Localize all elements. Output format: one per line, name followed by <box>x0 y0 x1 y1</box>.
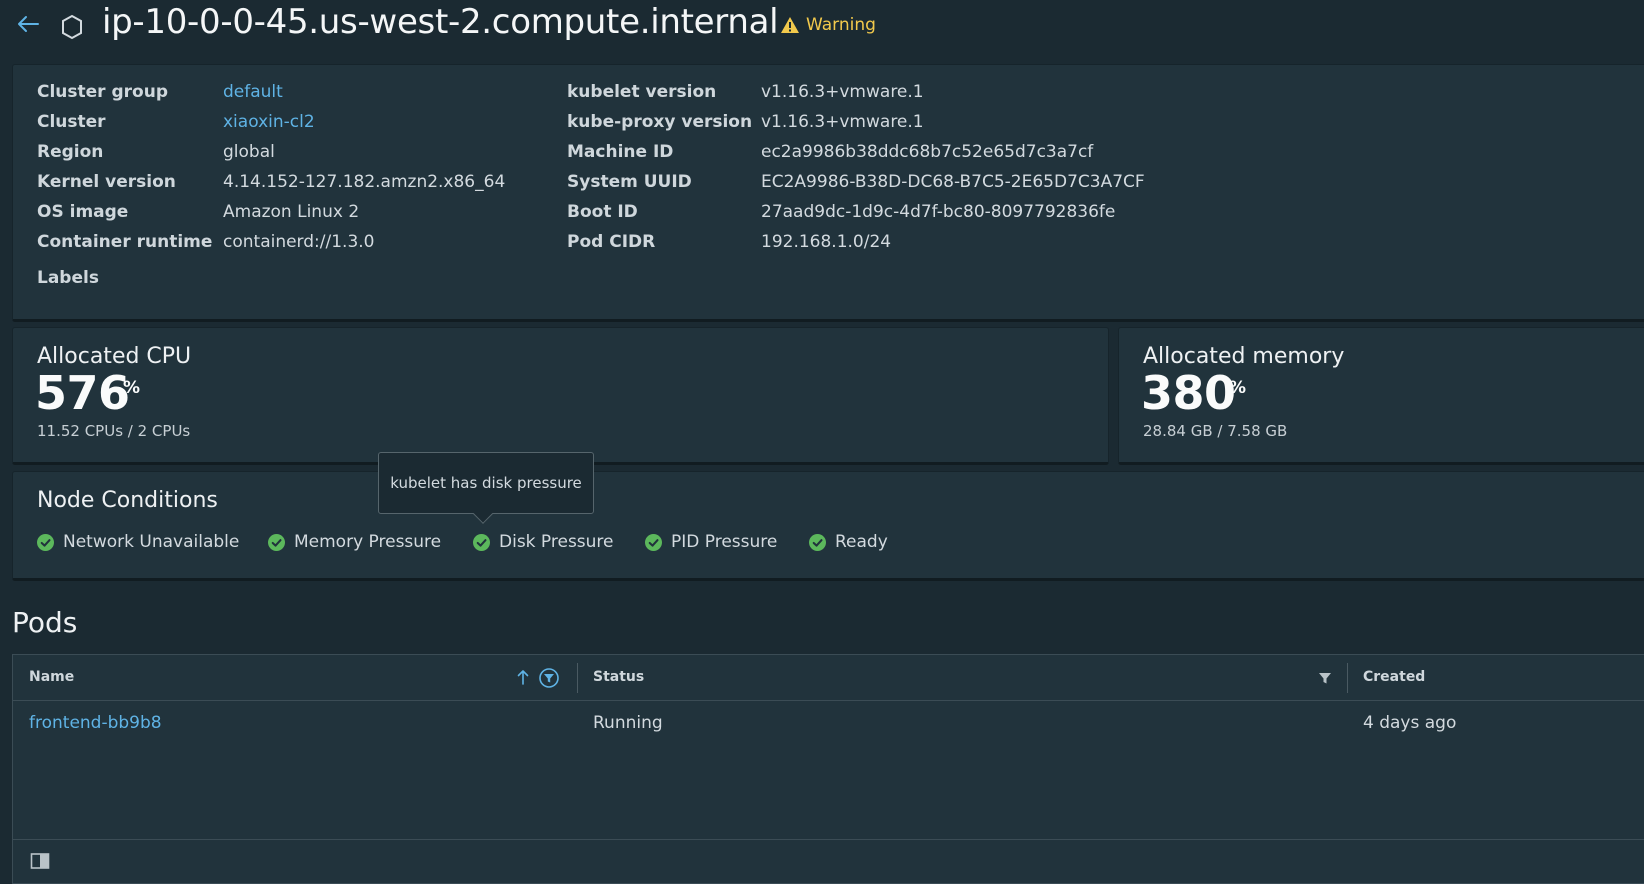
filter-icon[interactable] <box>1318 671 1332 685</box>
detail-key: Cluster <box>37 112 106 132</box>
detail-key: kube-proxy version <box>567 112 753 132</box>
check-circle-icon <box>37 533 54 551</box>
detail-value: ec2a9986b38ddc68b7c52e65d7c3a7cf <box>761 142 1094 162</box>
check-circle-icon <box>473 533 490 551</box>
disk-pressure-tooltip: kubelet has disk pressure <box>378 452 594 514</box>
hexagon-icon <box>62 14 82 40</box>
detail-key: OS image <box>37 202 129 222</box>
condition-label: PID Pressure <box>671 532 778 552</box>
datagrid-footer <box>13 839 1644 883</box>
condition-label: Disk Pressure <box>499 532 614 552</box>
conditions-title: Node Conditions <box>37 488 218 513</box>
column-header-created[interactable]: Created <box>1363 669 1425 685</box>
detail-value: containerd://1.3.0 <box>223 232 375 252</box>
column-separator[interactable] <box>1347 663 1348 693</box>
pod-name-link[interactable]: frontend-bb9b8 <box>29 713 162 733</box>
detail-value: v1.16.3+vmware.1 <box>761 112 924 132</box>
detail-key: System UUID <box>567 172 692 192</box>
detail-value: 192.168.1.0/24 <box>761 232 892 252</box>
memory-unit: % <box>1229 378 1247 398</box>
column-header-status[interactable]: Status <box>593 669 644 685</box>
pods-datagrid: Name Status Created frontend-bb9b8 Runni… <box>12 654 1644 884</box>
page-title: ip-10-0-0-45.us-west-2.compute.internal <box>102 2 779 42</box>
detail-key: Boot ID <box>567 202 638 222</box>
detail-key: Pod CIDR <box>567 232 656 252</box>
check-circle-icon <box>268 533 285 551</box>
condition-pid-pressure[interactable]: PID Pressure <box>645 532 777 552</box>
condition-label: Ready <box>835 532 888 552</box>
detail-value: 27aad9dc-1d9c-4d7f-bc80-8097792836fe <box>761 202 1116 222</box>
check-circle-icon <box>645 533 662 551</box>
filter-active-icon[interactable] <box>538 667 560 689</box>
cpu-unit: % <box>123 378 141 398</box>
detail-value: EC2A9986-B38D-DC68-B7C5-2E65D7C3A7CF <box>761 172 1145 192</box>
detail-key: Machine ID <box>567 142 674 162</box>
condition-label: Network Unavailable <box>63 532 240 552</box>
sort-ascending-icon[interactable] <box>515 667 531 687</box>
column-toggle-icon[interactable] <box>30 852 50 870</box>
node-details-panel: Cluster group default Cluster xiaoxin-cl… <box>12 64 1644 322</box>
detail-key: kubelet version <box>567 82 717 102</box>
column-header-name[interactable]: Name <box>29 669 74 685</box>
detail-key: Cluster group <box>37 82 168 102</box>
condition-label: Memory Pressure <box>294 532 442 552</box>
detail-value: 4.14.152-127.182.amzn2.x86_64 <box>223 172 506 192</box>
allocated-memory-card: Allocated memory 380 % 28.84 GB / 7.58 G… <box>1118 327 1644 465</box>
column-separator[interactable] <box>577 663 578 693</box>
warning-label: Warning <box>806 15 876 35</box>
labels-key: Labels <box>37 268 99 288</box>
condition-memory-pressure[interactable]: Memory Pressure <box>268 532 441 552</box>
cpu-subtext: 11.52 CPUs / 2 CPUs <box>37 422 191 440</box>
condition-disk-pressure[interactable]: Disk Pressure <box>473 532 614 552</box>
datagrid-header: Name Status Created <box>13 655 1644 701</box>
condition-ready[interactable]: Ready <box>809 532 888 552</box>
detail-value: global <box>223 142 275 162</box>
cpu-value: 576 <box>35 366 130 420</box>
pods-title: Pods <box>12 606 78 639</box>
detail-key: Region <box>37 142 104 162</box>
cluster-link[interactable]: xiaoxin-cl2 <box>223 112 315 132</box>
allocated-cpu-card: Allocated CPU 576 % 11.52 CPUs / 2 CPUs <box>12 327 1109 465</box>
detail-key: Kernel version <box>37 172 176 192</box>
warning-triangle-icon <box>781 17 799 33</box>
check-circle-icon <box>809 533 826 551</box>
detail-value: v1.16.3+vmware.1 <box>761 82 924 102</box>
pod-created: 4 days ago <box>1363 713 1457 733</box>
page-header: ip-10-0-0-45.us-west-2.compute.internal … <box>0 0 1644 56</box>
memory-subtext: 28.84 GB / 7.58 GB <box>1143 422 1288 440</box>
detail-value: Amazon Linux 2 <box>223 202 360 222</box>
condition-network-unavailable[interactable]: Network Unavailable <box>37 532 239 552</box>
warning-status: Warning <box>780 15 876 35</box>
detail-key: Container runtime <box>37 232 213 252</box>
node-conditions-panel: Node Conditions Network Unavailable Memo… <box>12 471 1644 581</box>
pod-status: Running <box>593 713 663 733</box>
cluster-group-link[interactable]: default <box>223 82 283 102</box>
arrow-left-icon[interactable] <box>14 12 42 36</box>
memory-value: 380 <box>1141 366 1236 420</box>
